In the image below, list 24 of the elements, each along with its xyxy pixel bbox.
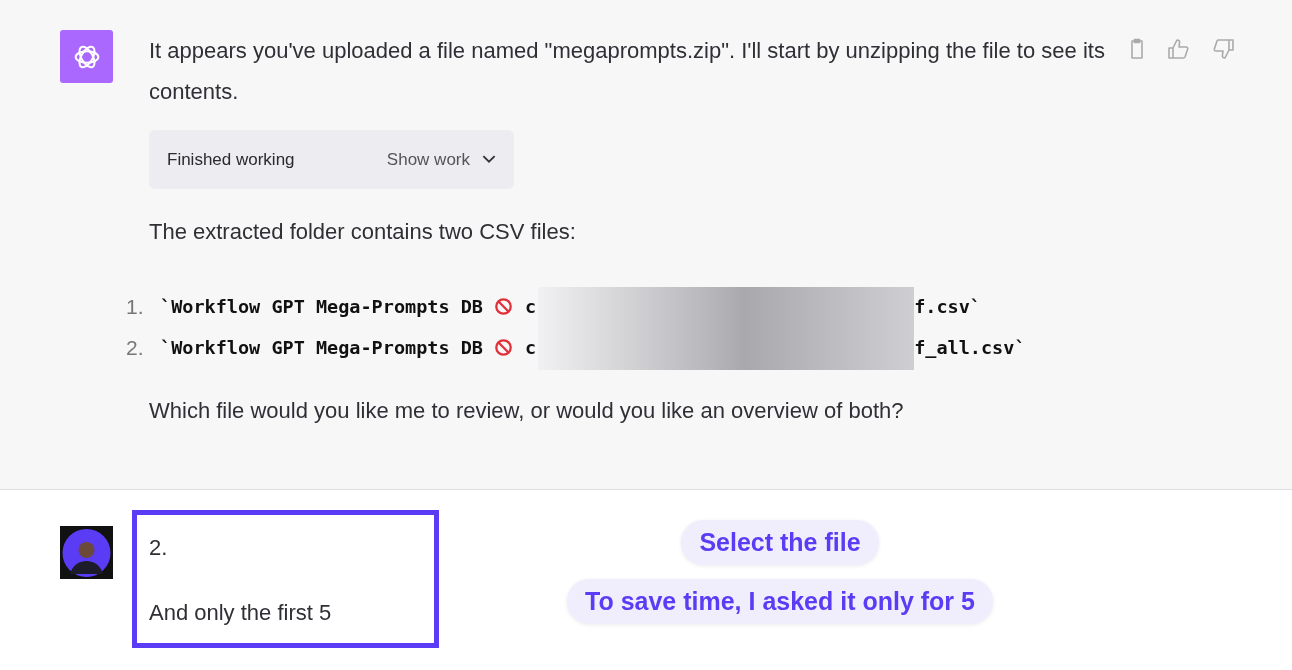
annotation-label: To save time, I asked it only for 5 xyxy=(567,579,993,624)
message-text: 2. xyxy=(149,534,169,562)
file-name: f.csv` xyxy=(914,296,981,317)
annotation-label: Select the file xyxy=(681,520,879,565)
message-text: And only the first 5 xyxy=(149,599,333,627)
message-text: Which file would you like me to review, or would you like an overview of both? xyxy=(149,397,905,425)
assistant-logo-icon xyxy=(60,30,113,83)
file-name: c xyxy=(525,296,537,317)
message-text: It appears you've uploaded a file named "megaprompts.zip". I'll start by unzipping the file to see its contents. xyxy=(149,37,1106,106)
work-status-label: Finished working xyxy=(167,149,295,170)
thumbs-down-icon[interactable] xyxy=(1211,38,1235,60)
file-name: f_all.csv` xyxy=(914,337,1026,358)
file-name: `Workflow GPT Mega-Prompts DB xyxy=(160,337,483,358)
thumbs-up-icon[interactable] xyxy=(1167,38,1191,60)
chevron-icon xyxy=(482,155,496,164)
prohibited-icon xyxy=(494,297,513,316)
user-avatar xyxy=(60,526,113,579)
prohibited-icon xyxy=(494,338,513,357)
file-name: c xyxy=(525,337,537,358)
show-work-button[interactable]: Show work xyxy=(386,149,496,170)
list-number: 1. xyxy=(126,294,145,319)
file-name: `Workflow GPT Mega-Prompts DB xyxy=(160,296,483,317)
list-number: 2. xyxy=(126,335,145,360)
message-text: The extracted folder contains two CSV files: xyxy=(149,218,577,246)
